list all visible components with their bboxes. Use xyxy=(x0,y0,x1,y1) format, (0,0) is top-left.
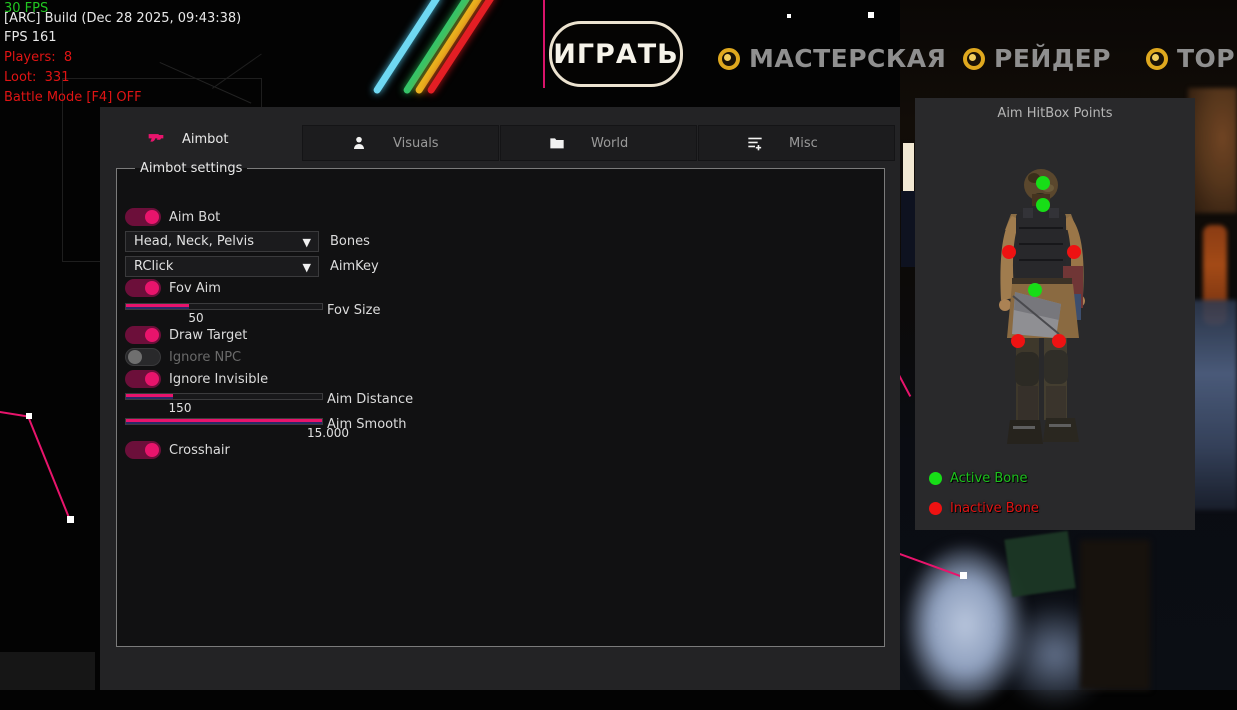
fps-counter: FPS 161 xyxy=(4,30,57,45)
toggle-knob xyxy=(145,281,159,295)
aim-smooth-slider[interactable] xyxy=(125,418,323,425)
game-scene-bar xyxy=(0,652,95,690)
coin-icon xyxy=(963,48,985,70)
ignore-invisible-label: Ignore Invisible xyxy=(169,372,268,387)
person-icon xyxy=(351,135,367,151)
aimbot-settings-group: Aimbot settings Aim Bot Head, Neck, Pelv… xyxy=(116,161,885,647)
fov-aim-toggle[interactable] xyxy=(125,279,161,297)
tab-world[interactable]: World xyxy=(500,125,697,161)
hitbox-point-inactive[interactable] xyxy=(1002,245,1016,259)
legend-inactive-bone: Inactive Bone xyxy=(929,501,1039,516)
ignore-invisible-toggle[interactable] xyxy=(125,370,161,388)
toggle-knob xyxy=(145,328,159,342)
inactive-bone-dot xyxy=(929,502,942,515)
aim-bot-toggle[interactable] xyxy=(125,208,161,226)
build-info: [ARC] Build (Dec 28 2025, 09:43:38) xyxy=(4,11,241,26)
slider-fill xyxy=(126,304,189,309)
hitbox-point-inactive[interactable] xyxy=(1011,334,1025,348)
tab-visuals[interactable]: Visuals xyxy=(302,125,499,161)
hitbox-points xyxy=(915,98,1195,530)
aim-smooth-value: 15.000 xyxy=(298,426,358,440)
aimkey-label: AimKey xyxy=(330,259,379,274)
esp-marker xyxy=(26,413,32,419)
menu-item-label: МАСТЕРСКАЯ xyxy=(749,44,946,73)
battle-mode-status: Battle Mode [F4] OFF xyxy=(4,90,142,105)
coin-icon xyxy=(1146,48,1168,70)
gun-icon xyxy=(148,131,164,147)
aimkey-dropdown[interactable]: RClick ▼ xyxy=(125,256,319,277)
aim-distance-label: Aim Distance xyxy=(327,392,413,407)
chevron-down-icon: ▼ xyxy=(303,261,311,274)
game-scene-column xyxy=(1080,540,1150,690)
game-scene-sign xyxy=(1004,531,1075,597)
draw-target-label: Draw Target xyxy=(169,328,247,343)
coin-icon xyxy=(718,48,740,70)
aim-distance-value: 150 xyxy=(150,401,210,415)
game-scene-rust xyxy=(1188,88,1237,213)
folder-icon xyxy=(549,135,565,151)
aim-bot-label: Aim Bot xyxy=(169,210,220,225)
aimkey-value: RClick xyxy=(134,259,173,274)
game-scene-window xyxy=(1188,300,1237,510)
tab-label: Aimbot xyxy=(182,132,228,147)
loot-counter: Loot: 331 xyxy=(4,70,69,85)
hitbox-point-inactive[interactable] xyxy=(1052,334,1066,348)
hitbox-point-inactive[interactable] xyxy=(1067,245,1081,259)
hitbox-point-active[interactable] xyxy=(1036,176,1050,190)
bones-value: Head, Neck, Pelvis xyxy=(134,234,254,249)
chevron-down-icon: ▼ xyxy=(303,236,311,249)
hitbox-point-active[interactable] xyxy=(1028,283,1042,297)
legend-label: Active Bone xyxy=(950,471,1027,486)
toggle-knob xyxy=(145,443,159,457)
fov-size-label: Fov Size xyxy=(327,303,380,318)
menu-item-raider[interactable]: РЕЙДЕР xyxy=(963,44,1111,73)
legend-active-bone: Active Bone xyxy=(929,471,1027,486)
legend-label: Inactive Bone xyxy=(950,501,1039,516)
tab-label: Misc xyxy=(789,136,818,151)
esp-trail-line xyxy=(543,0,545,88)
group-title: Aimbot settings xyxy=(135,161,247,176)
esp-marker xyxy=(868,12,874,18)
menu-item-workshop[interactable]: МАСТЕРСКАЯ xyxy=(718,44,946,73)
fov-size-value: 50 xyxy=(166,311,226,325)
bones-label: Bones xyxy=(330,234,370,249)
tab-label: Visuals xyxy=(393,136,439,151)
aim-distance-slider[interactable] xyxy=(125,393,323,400)
ignore-npc-label: Ignore NPC xyxy=(169,350,241,365)
crosshair-label: Crosshair xyxy=(169,443,230,458)
slider-fill xyxy=(126,419,322,424)
ignore-npc-toggle[interactable] xyxy=(125,348,161,366)
crosshair-toggle[interactable] xyxy=(125,441,161,459)
bones-dropdown[interactable]: Head, Neck, Pelvis ▼ xyxy=(125,231,319,252)
tab-label: World xyxy=(591,136,628,151)
play-button[interactable]: ИГРАТЬ xyxy=(549,21,683,87)
toggle-knob xyxy=(145,210,159,224)
esp-marker xyxy=(67,516,74,523)
sliders-icon xyxy=(747,135,763,151)
players-counter: Players: 8 xyxy=(4,50,72,65)
fov-size-slider[interactable] xyxy=(125,303,323,310)
game-scene-shadow xyxy=(901,191,915,267)
cheat-menu-panel: Aimbot Visuals World Misc Aimbot setting… xyxy=(100,107,900,690)
active-bone-dot xyxy=(929,472,942,485)
hitbox-point-active[interactable] xyxy=(1036,198,1050,212)
menu-item-label: РЕЙДЕР xyxy=(994,44,1111,73)
esp-marker xyxy=(960,572,967,579)
esp-trail-line xyxy=(27,416,71,521)
esp-marker xyxy=(787,14,791,18)
draw-target-toggle[interactable] xyxy=(125,326,161,344)
toggle-knob xyxy=(145,372,159,386)
tab-misc[interactable]: Misc xyxy=(698,125,895,161)
slider-fill xyxy=(126,394,173,399)
hitbox-panel: Aim HitBox Points xyxy=(915,98,1195,530)
fov-aim-label: Fov Aim xyxy=(169,281,221,296)
tab-aimbot[interactable]: Aimbot xyxy=(148,131,228,147)
toggle-knob xyxy=(128,350,142,364)
game-scene-vending xyxy=(903,143,914,191)
menu-item-label: ТОРГО xyxy=(1177,44,1237,73)
menu-item-trade[interactable]: ТОРГО xyxy=(1146,44,1237,73)
